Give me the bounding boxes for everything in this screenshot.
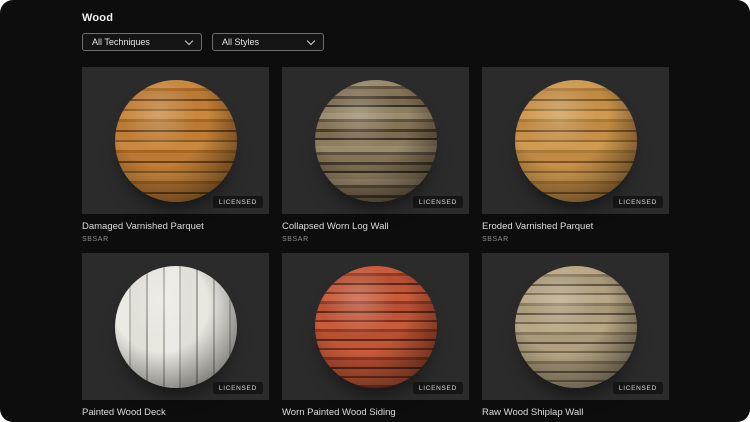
material-preview: LICENSED: [482, 67, 669, 214]
material-preview: LICENSED: [82, 253, 269, 400]
licensed-badge: LICENSED: [412, 382, 463, 394]
materials-grid: LICENSED Damaged Varnished Parquet SBSAR…: [82, 67, 669, 422]
material-sphere-preview: [314, 265, 437, 388]
licensed-badge: LICENSED: [212, 382, 263, 394]
material-card[interactable]: LICENSED Painted Wood Deck SBSAR: [82, 253, 269, 422]
licensed-badge: LICENSED: [612, 196, 663, 208]
material-title: Raw Wood Shiplap Wall: [482, 407, 584, 418]
material-title: Collapsed Worn Log Wall: [282, 221, 389, 232]
material-sphere-preview: [114, 265, 237, 388]
content-area: Wood All Techniques All Styles LICENSED …: [0, 0, 750, 422]
material-card[interactable]: LICENSED Raw Wood Shiplap Wall SBSAR: [482, 253, 669, 422]
material-card[interactable]: LICENSED Worn Painted Wood Siding SBSAR: [282, 253, 469, 422]
material-format: SBSAR: [482, 236, 509, 243]
page-title: Wood: [82, 12, 114, 24]
material-card[interactable]: LICENSED Eroded Varnished Parquet SBSAR: [482, 67, 669, 243]
material-preview: LICENSED: [282, 253, 469, 400]
licensed-badge: LICENSED: [412, 196, 463, 208]
material-format: SBSAR: [82, 236, 109, 243]
material-format: SBSAR: [282, 236, 309, 243]
material-title: Eroded Varnished Parquet: [482, 221, 594, 232]
material-title: Damaged Varnished Parquet: [82, 221, 204, 232]
material-sphere-preview: [514, 265, 637, 388]
material-preview: LICENSED: [82, 67, 269, 214]
materials-browser-window: Wood All Techniques All Styles LICENSED …: [0, 0, 750, 422]
licensed-badge: LICENSED: [212, 196, 263, 208]
licensed-badge: LICENSED: [612, 382, 663, 394]
material-sphere-preview: [514, 79, 637, 202]
techniques-filter-dropdown[interactable]: All Techniques: [82, 33, 202, 51]
filter-bar: All Techniques All Styles: [82, 33, 668, 51]
material-sphere-preview: [314, 79, 437, 202]
material-preview: LICENSED: [482, 253, 669, 400]
material-preview: LICENSED: [282, 67, 469, 214]
material-sphere-preview: [114, 79, 237, 202]
material-title: Painted Wood Deck: [82, 407, 166, 418]
material-card[interactable]: LICENSED Damaged Varnished Parquet SBSAR: [82, 67, 269, 243]
styles-filter-label: All Styles: [222, 37, 260, 47]
chevron-down-icon: [306, 36, 316, 45]
chevron-down-icon: [184, 36, 194, 45]
material-title: Worn Painted Wood Siding: [282, 407, 396, 418]
techniques-filter-label: All Techniques: [92, 37, 150, 47]
styles-filter-dropdown[interactable]: All Styles: [212, 33, 324, 51]
material-card[interactable]: LICENSED Collapsed Worn Log Wall SBSAR: [282, 67, 469, 243]
